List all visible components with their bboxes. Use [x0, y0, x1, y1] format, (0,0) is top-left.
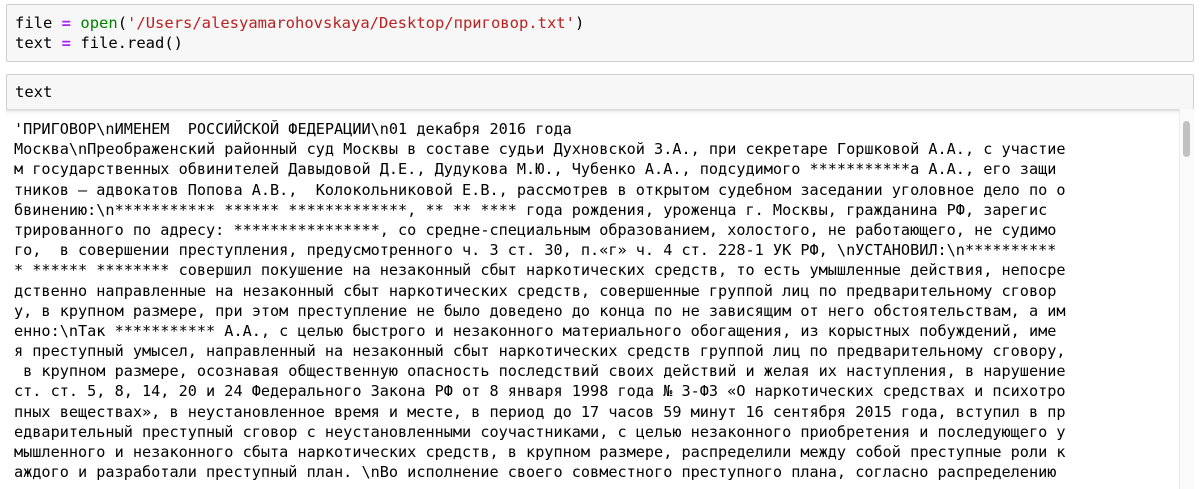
output-line: м государственных обвинителей Давыдовой … [14, 160, 1057, 179]
open-paren: ( [117, 14, 128, 32]
output-line: го, в совершении преступления, предусмот… [14, 241, 1057, 260]
output-line: пных веществах», в неустановленное время… [14, 402, 1066, 421]
output-line: дственно направленные на незаконный сбыт… [14, 281, 1057, 300]
assign-operator: = [61, 14, 72, 32]
code-line-1: file = open('/Users/alesyamarohovskaya/D… [15, 14, 584, 32]
output-line: Москва\nПреображенский районный суд Моск… [14, 140, 1066, 159]
output-line: я преступный умысел, направленный на нез… [14, 342, 1066, 361]
assign-operator-2: = [61, 34, 72, 52]
output-line: в крупном размере, осознавая общественну… [14, 362, 1066, 381]
output-line: 'ПРИГОВОР\nИМЕНЕМ РОССИЙСКОЙ ФЕДЕРАЦИИ\n… [14, 120, 572, 138]
close-paren: ) [574, 14, 585, 32]
code-cell-2[interactable]: text [6, 74, 1194, 110]
output-line: аждого и разработали преступный план. \n… [14, 463, 1057, 482]
output-line: бвинению:\n*********** ****** **********… [14, 200, 1048, 219]
code-cell-2-source[interactable]: text [15, 82, 52, 102]
output-line: трированного по адресу: ****************… [14, 220, 1057, 239]
code-cell-1[interactable]: file = open('/Users/alesyamarohovskaya/D… [6, 4, 1194, 62]
output-line: едварительный преступный сговор с неуста… [14, 422, 1066, 441]
output-line: тников — адвокатов Попова А.В., Колоколь… [14, 180, 1066, 199]
open-function: open [80, 14, 118, 32]
file-read-call: file.read() [80, 34, 184, 52]
output-line: у, в крупном размере, при этом преступле… [14, 301, 1066, 320]
file-path-string: '/Users/alesyamarohovskaya/Desktop/приго… [127, 14, 575, 32]
code-cell-1-source[interactable]: file = open('/Users/alesyamarohovskaya/D… [15, 13, 584, 53]
variable-text: text [15, 34, 53, 52]
output-line: * ****** ******** совершил покушение на … [14, 261, 1066, 280]
code-line-2: text = file.read() [15, 34, 183, 52]
scrollbar-thumb[interactable] [1183, 121, 1190, 157]
output-area[interactable]: 'ПРИГОВОР\nИМЕНЕМ РОССИЙСКОЙ ФЕДЕРАЦИИ\n… [6, 109, 1194, 489]
output-line: енно:\nТак *********** А.А., с целью быс… [14, 321, 1057, 340]
output-text: 'ПРИГОВОР\nИМЕНЕМ РОССИЙСКОЙ ФЕДЕРАЦИИ\n… [14, 119, 1184, 482]
output-line: ст. ст. 5, 8, 14, 20 и 24 Федерального З… [14, 382, 1066, 401]
variable-file: file [15, 14, 53, 32]
output-scrollbar[interactable] [1179, 109, 1194, 489]
output-line: мышленного и незаконного сбыта наркотиче… [14, 443, 1066, 461]
